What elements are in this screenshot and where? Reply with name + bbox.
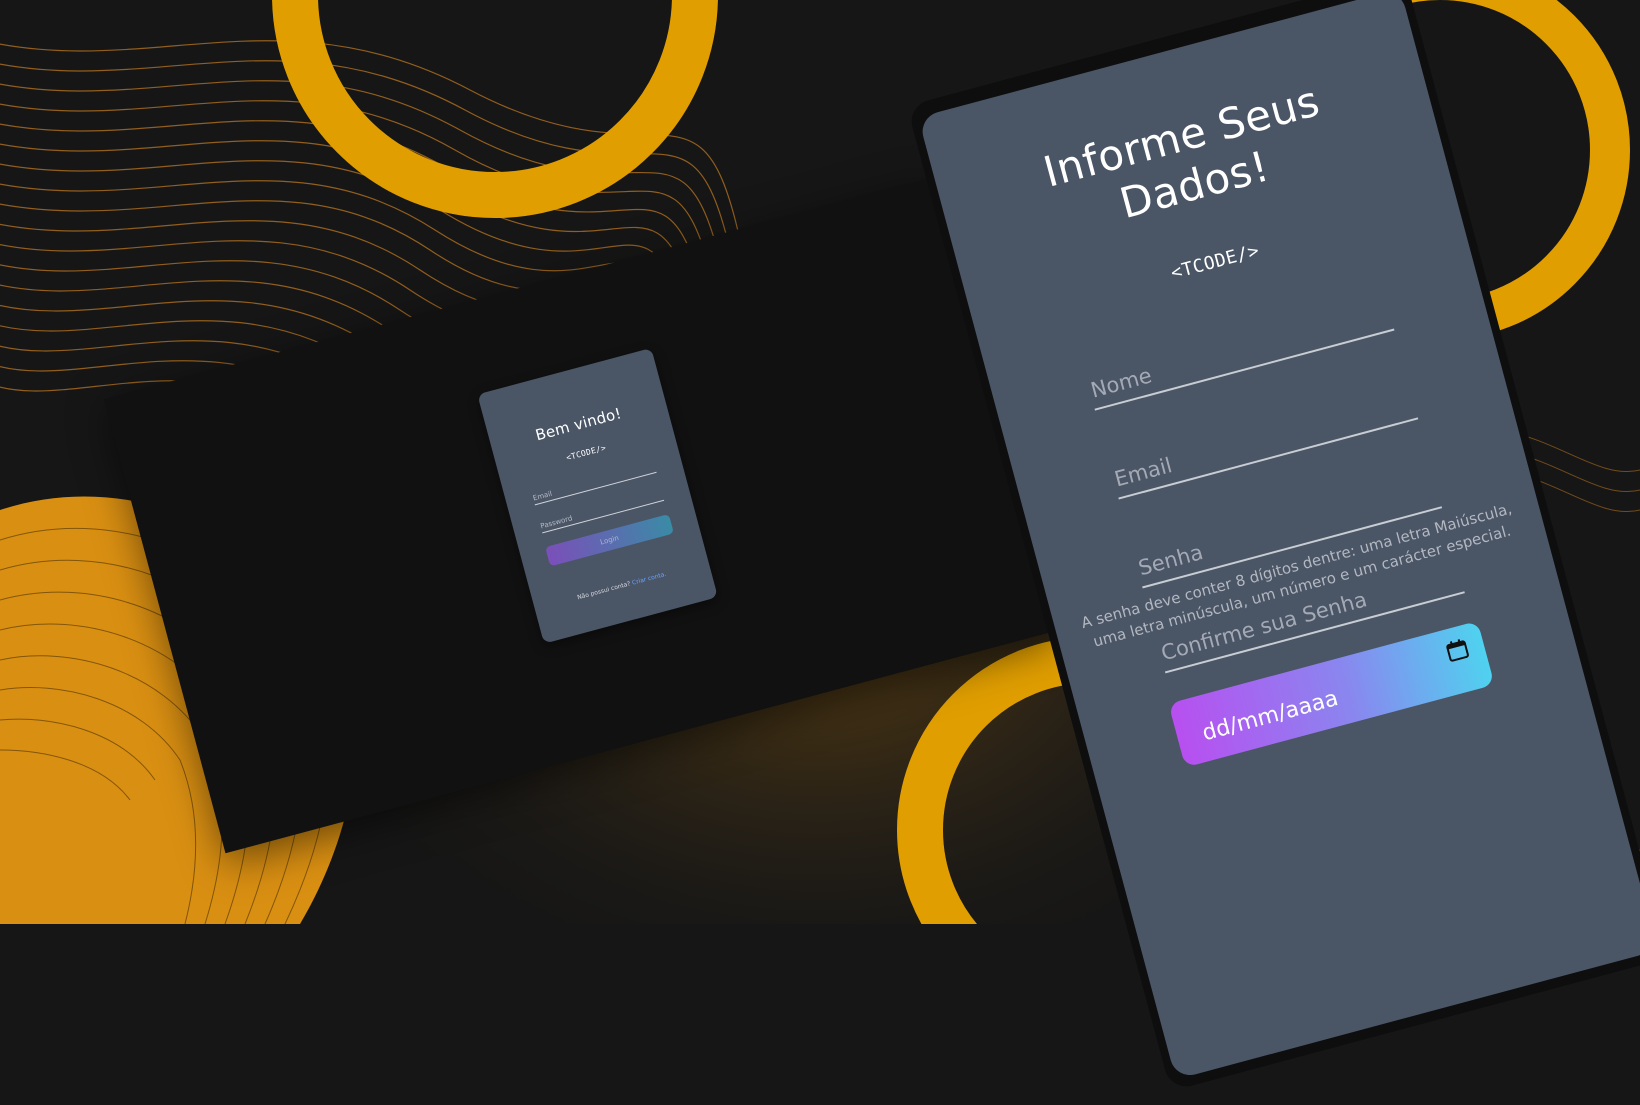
password-hint: A senha deve conter 8 dígitos dentre: um… (995, 476, 1604, 677)
login-footer: Não possui conta? Criar conta. (534, 559, 710, 612)
date-placeholder: dd/mm/aaaa (1199, 686, 1341, 747)
create-account-link[interactable]: Criar conta. (631, 571, 667, 587)
login-footer-text: Não possui conta? (576, 580, 632, 602)
login-card: Bem vindo! <TCODE/> Email Password Login… (477, 347, 718, 644)
register-title: Informe Seus Dados! (934, 48, 1442, 274)
login-title: Bem vindo! (533, 404, 624, 445)
calendar-icon[interactable] (1443, 637, 1471, 668)
name-field[interactable]: Nome (1086, 299, 1394, 411)
email-field[interactable]: Email (1110, 388, 1418, 500)
